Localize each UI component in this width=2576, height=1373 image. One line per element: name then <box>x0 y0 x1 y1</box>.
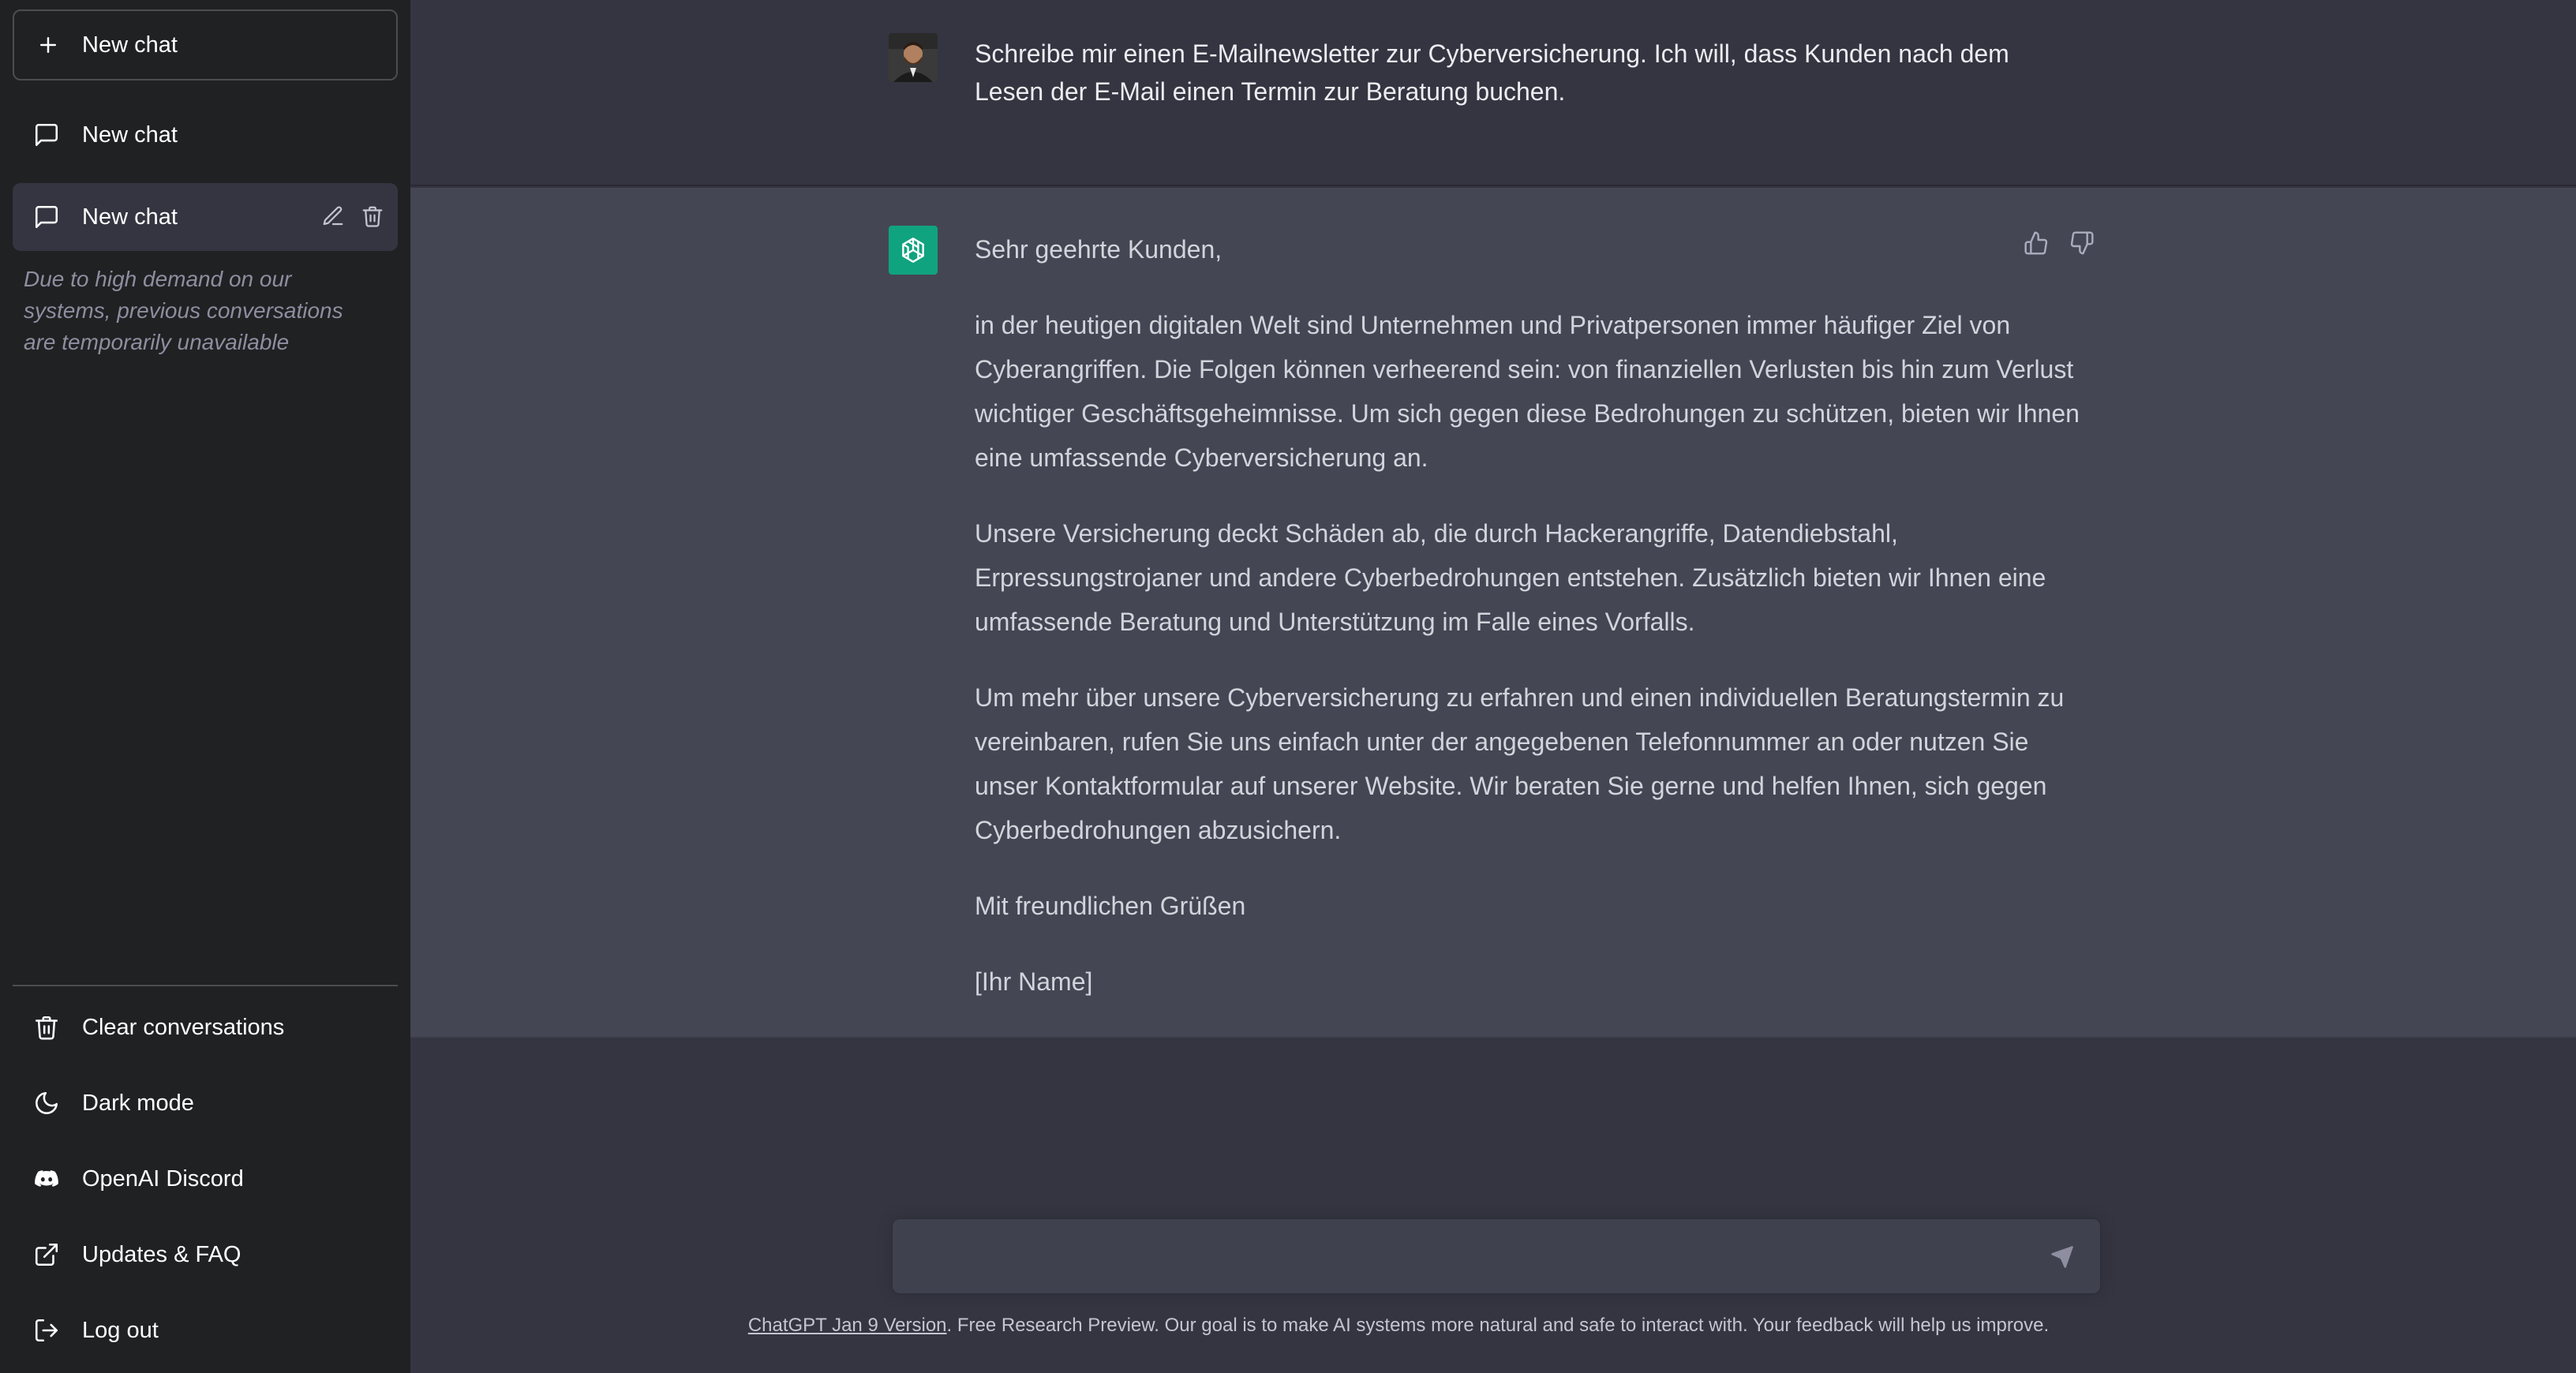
unavailable-notice: Due to high demand on our systems, previ… <box>24 267 343 354</box>
openai-logo-icon <box>889 226 938 275</box>
trash-icon <box>33 1014 60 1041</box>
new-chat-button[interactable]: New chat <box>13 9 398 80</box>
updates-faq-link[interactable]: Updates & FAQ <box>13 1221 398 1289</box>
dark-mode-button[interactable]: Dark mode <box>13 1069 398 1137</box>
chat-item-actions <box>319 202 387 230</box>
chat-bubble-icon <box>33 122 60 148</box>
menu-item-label: Clear conversations <box>82 1014 285 1040</box>
assistant-message-text: Sehr geehrte Kunden, in der heutigen dig… <box>975 227 2095 1035</box>
footer-disclaimer: ChatGPT Jan 9 Version. Free Research Pre… <box>316 1315 2481 1337</box>
send-icon[interactable] <box>2048 1243 2076 1271</box>
clear-conversations-button[interactable]: Clear conversations <box>13 993 398 1061</box>
edit-pencil-icon[interactable] <box>319 202 347 230</box>
discord-icon <box>33 1165 60 1192</box>
sidebar-chat-item[interactable]: New chat <box>13 101 398 169</box>
version-link[interactable]: ChatGPT Jan 9 Version <box>748 1315 947 1336</box>
footer-text: . Free Research Preview. Our goal is to … <box>946 1315 2050 1336</box>
new-chat-button-label: New chat <box>82 32 178 58</box>
assistant-paragraph: Sehr geehrte Kunden, <box>975 235 1222 264</box>
delete-trash-icon[interactable] <box>358 202 387 230</box>
user-avatar <box>889 33 938 82</box>
sidebar-chat-item-active[interactable]: New chat <box>13 183 398 251</box>
feedback-buttons <box>2022 229 2096 257</box>
menu-item-label: Log out <box>82 1317 159 1343</box>
thumbs-down-icon[interactable] <box>2068 229 2096 257</box>
assistant-paragraph: in der heutigen digitalen Welt sind Unte… <box>975 311 2080 472</box>
menu-item-label: Updates & FAQ <box>82 1241 242 1267</box>
app-window: New chat New chat New chat Due to high d… <box>0 0 2576 1373</box>
sidebar-chat-label: New chat <box>82 122 178 148</box>
message-input[interactable] <box>915 1241 2035 1273</box>
assistant-paragraph: Um mehr über unsere Cyberversicherung zu… <box>975 683 2065 844</box>
thumbs-up-icon[interactable] <box>2022 229 2050 257</box>
moon-icon <box>33 1090 60 1117</box>
message-input-container <box>892 1218 2101 1294</box>
assistant-paragraph: [Ihr Name] <box>975 967 1093 996</box>
assistant-paragraph: Mit freundlichen Grüßen <box>975 892 1246 920</box>
assistant-paragraph: Unsere Versicherung deckt Schäden ab, di… <box>975 519 2046 636</box>
assistant-message-row: Sehr geehrte Kunden, in der heutigen dig… <box>410 188 2576 1038</box>
external-link-icon <box>33 1241 60 1268</box>
plus-icon <box>36 33 60 57</box>
menu-item-label: OpenAI Discord <box>82 1165 244 1192</box>
chat-bubble-icon <box>33 204 60 230</box>
sidebar: New chat New chat New chat Due to high d… <box>0 0 410 1373</box>
logout-icon <box>33 1317 60 1344</box>
user-message-row: Schreibe mir einen E-Mailnewsletter zur … <box>410 0 2576 186</box>
openai-discord-link[interactable]: OpenAI Discord <box>13 1145 398 1213</box>
menu-item-label: Dark mode <box>82 1090 194 1116</box>
conversation-area: Schreibe mir einen E-Mailnewsletter zur … <box>410 0 2576 1373</box>
sidebar-divider <box>13 985 398 986</box>
user-message-text: Schreibe mir einen E-Mailnewsletter zur … <box>975 39 2009 106</box>
sidebar-chat-label: New chat <box>82 204 178 230</box>
